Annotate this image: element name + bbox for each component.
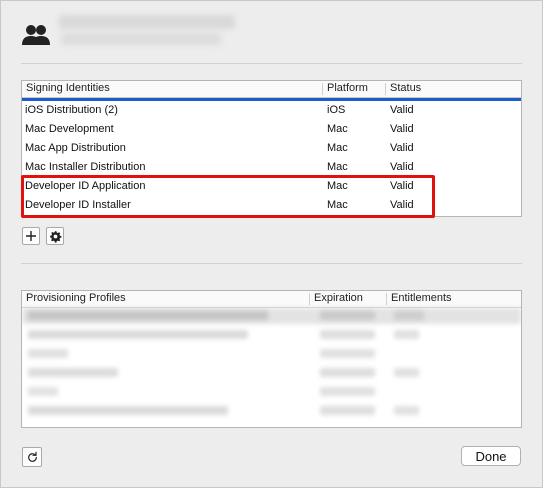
- identity-status: Valid: [390, 180, 414, 192]
- account-sheet: Signing Identities Platform Status iOS D…: [0, 0, 543, 488]
- table-row[interactable]: iOS Distribution (2) iOS Valid: [22, 101, 521, 120]
- signing-identities-header: Signing Identities Platform Status: [22, 81, 521, 98]
- identity-platform: Mac: [327, 142, 348, 154]
- identity-status: Valid: [390, 142, 414, 154]
- refresh-icon: [27, 451, 37, 462]
- column-divider: [386, 293, 387, 305]
- identity-name: Mac App Distribution: [25, 142, 126, 154]
- column-header-expiration[interactable]: Expiration: [314, 292, 363, 304]
- table-row[interactable]: Developer ID Application Mac Valid: [22, 177, 521, 196]
- provisioning-profiles-table: Provisioning Profiles Expiration Entitle…: [21, 290, 522, 428]
- column-header-entitlements[interactable]: Entitlements: [391, 292, 452, 304]
- refresh-button[interactable]: [22, 447, 42, 467]
- identity-status: Valid: [390, 123, 414, 135]
- table-row[interactable]: Mac Development Mac Valid: [22, 120, 521, 139]
- account-team-redacted: [61, 33, 221, 45]
- separator: [21, 63, 522, 64]
- identity-platform: iOS: [327, 104, 346, 116]
- identity-status: Valid: [390, 104, 414, 116]
- identity-status: Valid: [390, 161, 414, 173]
- identity-name: Developer ID Application: [25, 180, 146, 192]
- identity-actions-button[interactable]: [46, 227, 64, 245]
- identity-name: Mac Development: [25, 123, 114, 135]
- provisioning-profiles-header: Provisioning Profiles Expiration Entitle…: [22, 291, 521, 308]
- column-divider: [385, 83, 386, 95]
- identity-name: Mac Installer Distribution: [25, 161, 146, 173]
- identity-name: Developer ID Installer: [25, 199, 131, 211]
- done-button[interactable]: Done: [461, 446, 521, 466]
- table-row[interactable]: Mac App Distribution Mac Valid: [22, 139, 521, 158]
- gear-icon: [49, 230, 61, 243]
- users-icon: [21, 23, 51, 47]
- add-identity-button[interactable]: [22, 227, 40, 245]
- table-row[interactable]: Developer ID Installer Mac Valid: [22, 196, 521, 215]
- identity-platform: Mac: [327, 123, 348, 135]
- redacted-profile-rows: [22, 308, 521, 426]
- column-divider: [309, 293, 310, 305]
- column-divider: [322, 83, 323, 95]
- identity-name: iOS Distribution (2): [25, 104, 118, 116]
- account-name-redacted: [59, 15, 235, 29]
- identity-platform: Mac: [327, 180, 348, 192]
- table-row[interactable]: Mac Installer Distribution Mac Valid: [22, 158, 521, 177]
- plus-icon: [26, 231, 36, 241]
- column-header-status[interactable]: Status: [390, 82, 421, 94]
- separator: [21, 263, 522, 264]
- identity-status: Valid: [390, 199, 414, 211]
- signing-identities-table: Signing Identities Platform Status iOS D…: [21, 80, 522, 217]
- column-header-signing-identities[interactable]: Signing Identities: [26, 82, 110, 94]
- column-header-platform[interactable]: Platform: [327, 82, 368, 94]
- identity-platform: Mac: [327, 161, 348, 173]
- identity-platform: Mac: [327, 199, 348, 211]
- column-header-provisioning-profiles[interactable]: Provisioning Profiles: [26, 292, 126, 304]
